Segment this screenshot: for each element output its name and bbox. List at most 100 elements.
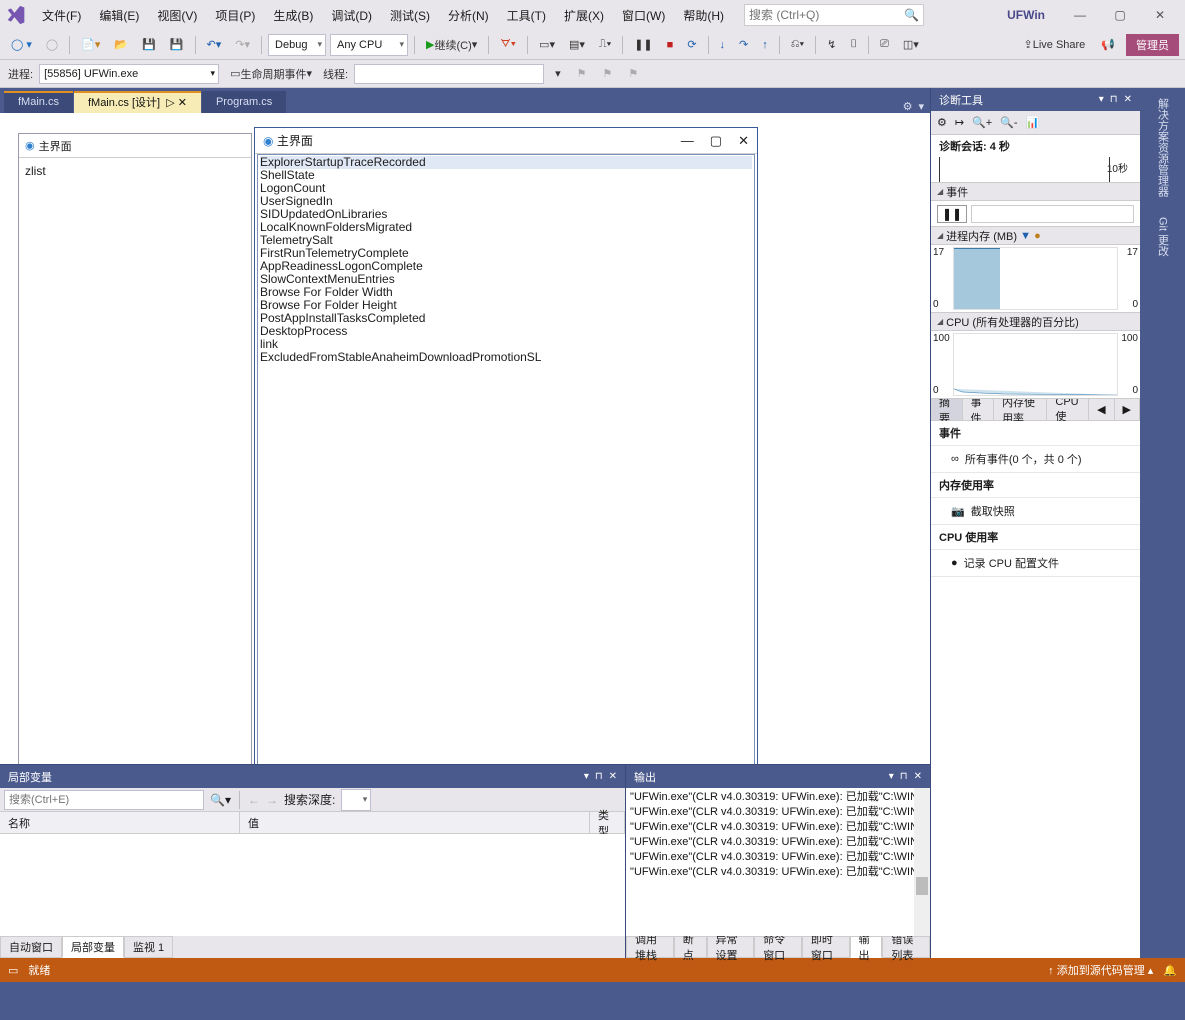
stop-icon[interactable]: ■ — [662, 34, 679, 56]
summary-cpu-link[interactable]: ●记录 CPU 配置文件 — [931, 550, 1140, 577]
menu-file[interactable]: 文件(F) — [34, 4, 89, 27]
thread-combo[interactable] — [354, 64, 544, 84]
nav-fwd-button[interactable]: ◯ — [41, 34, 63, 56]
maximize-button[interactable]: ▢ — [710, 133, 722, 149]
tab-callstack[interactable]: 调用堆栈 — [626, 936, 674, 958]
gear-icon[interactable]: ⚙ — [937, 116, 947, 129]
notifications-icon[interactable]: 🔔 — [1163, 964, 1177, 977]
save-all-icon[interactable]: 💾 — [165, 34, 189, 56]
cpu-section-hdr[interactable]: CPU (所有处理器的百分比) — [931, 313, 1140, 331]
chart-icon[interactable]: 📊 — [1026, 116, 1040, 129]
list-item[interactable]: LogonCount — [260, 182, 752, 195]
tb-icon[interactable]: ⎌▾ — [786, 34, 809, 56]
undo-icon[interactable]: ↶▾ — [202, 34, 227, 56]
pause-icon[interactable]: ❚❚ — [629, 34, 657, 56]
flag-icon[interactable]: ⚑ — [597, 63, 617, 85]
col-type[interactable]: 类型 — [590, 812, 625, 833]
save-icon[interactable]: 💾 — [137, 34, 161, 56]
list-item[interactable]: ExplorerStartupTraceRecorded — [260, 156, 752, 169]
tab-exceptions[interactable]: 异常设置 — [707, 936, 755, 958]
search-icon[interactable]: 🔍▾ — [210, 793, 231, 807]
memory-section-hdr[interactable]: 进程内存 (MB) ▼ ● — [931, 227, 1140, 245]
nav-back-button[interactable]: ◯ ▾ — [6, 34, 37, 56]
cpu-chart[interactable]: 100100 00 — [931, 331, 1140, 399]
global-search[interactable]: 🔍 — [744, 4, 924, 26]
open-icon[interactable]: 📂 — [109, 34, 133, 56]
minimize-button[interactable]: — — [681, 133, 694, 149]
tab-cpu[interactable]: CPU 使 — [1047, 399, 1089, 420]
menu-extensions[interactable]: 扩展(X) — [556, 4, 612, 27]
tab-output[interactable]: 输出 — [850, 936, 883, 958]
rail-solution-explorer[interactable]: 解决方案资源管理器 — [1153, 94, 1173, 201]
flag-icon[interactable]: ⚑ — [572, 63, 592, 85]
process-combo[interactable]: [55856] UFWin.exe — [39, 64, 219, 84]
close-icon[interactable]: ✕ — [914, 771, 922, 782]
col-name[interactable]: 名称 — [0, 812, 240, 833]
designer-form[interactable]: ◉主界面 zlist — [18, 133, 252, 764]
list-item[interactable]: ExcludedFromStableAnaheimDownloadPromoti… — [260, 351, 752, 364]
locals-grid[interactable] — [0, 834, 625, 936]
dropdown-icon[interactable]: ▾ — [889, 771, 894, 782]
timeline-ruler[interactable]: 10秒 — [931, 157, 1140, 183]
platform-combo[interactable]: Any CPU — [330, 34, 408, 56]
step-into-icon[interactable]: ↓ — [715, 34, 731, 56]
output-text[interactable]: "UFWin.exe"(CLR v4.0.30319: UFWin.exe): … — [626, 788, 930, 936]
locals-search-input[interactable] — [4, 790, 204, 810]
continue-button[interactable]: ▶ 继续(C) ▾ — [421, 34, 482, 56]
summary-snapshot-link[interactable]: 📷截取快照 — [931, 498, 1140, 525]
tab-fmain-cs[interactable]: fMain.cs — [4, 91, 73, 113]
pin-icon[interactable]: ⊓ — [1110, 94, 1118, 105]
liveshare-button[interactable]: ⇪ Live Share — [1018, 34, 1090, 56]
tab-immediate[interactable]: 即时窗口 — [802, 936, 850, 958]
summary-events-link[interactable]: ∞所有事件(0 个，共 0 个) — [931, 446, 1140, 473]
list-item[interactable]: ShellState — [260, 169, 752, 182]
close-icon[interactable]: ✕ — [1124, 94, 1132, 105]
pause-icon[interactable]: ❚❚ — [937, 205, 967, 223]
menu-debug[interactable]: 调试(D) — [323, 4, 380, 27]
col-value[interactable]: 值 — [240, 812, 590, 833]
maximize-button[interactable]: ▢ — [1101, 2, 1139, 28]
list-item[interactable]: DesktopProcess — [260, 325, 752, 338]
memory-chart[interactable]: 1717 00 — [931, 245, 1140, 313]
menu-edit[interactable]: 编辑(E) — [91, 4, 147, 27]
tab-errorlist[interactable]: 错误列表 — [882, 936, 930, 958]
menu-project[interactable]: 项目(P) — [207, 4, 263, 27]
tab-fmain-design[interactable]: fMain.cs [设计] ▷ ✕ — [74, 91, 201, 113]
feedback-icon[interactable]: 📢 — [1096, 34, 1120, 56]
menu-analyze[interactable]: 分析(N) — [440, 4, 497, 27]
zoom-in-icon[interactable]: 🔍+ — [972, 116, 992, 129]
tree-item[interactable]: zlist — [25, 164, 46, 178]
scm-button[interactable]: ↑ 添加到源代码管理 ▴ — [1048, 962, 1153, 978]
tb-icon[interactable]: ▤▾ — [564, 34, 590, 56]
running-form-window[interactable]: ◉ 主界面 — ▢ ✕ ExplorerStartupTraceRecorded… — [254, 127, 758, 764]
pin-icon[interactable]: ⊓ — [595, 771, 603, 782]
lifecycle-button[interactable]: ▭ 生命周期事件 ▾ — [225, 63, 317, 85]
form-designer[interactable]: ◉主界面 zlist ◉ 主界面 — ▢ ✕ ExplorerStartupTr… — [0, 113, 930, 764]
pin-icon[interactable]: ⊓ — [900, 771, 908, 782]
hot-reload-icon[interactable]: ᗊ▾ — [495, 34, 521, 56]
tab-watch1[interactable]: 监视 1 — [124, 936, 173, 958]
tab-locals[interactable]: 局部变量 — [62, 936, 124, 958]
tab-autos[interactable]: 自动窗口 — [0, 936, 62, 958]
tab-breakpoints[interactable]: 断点 — [674, 936, 707, 958]
minimize-button[interactable]: — — [1061, 2, 1099, 28]
tb-icon[interactable]: ⎍▾ — [594, 34, 616, 56]
zoom-out-icon[interactable]: 🔍- — [1000, 116, 1017, 129]
step-out-icon[interactable]: ↑ — [757, 34, 773, 56]
tab-program-cs[interactable]: Program.cs — [202, 91, 286, 113]
tb-icon[interactable]: ⎚ — [875, 34, 894, 56]
gear-icon[interactable]: ⚙ — [903, 100, 913, 113]
rail-git-changes[interactable]: Git 更改 — [1153, 213, 1173, 260]
flag-icon[interactable]: ⚑ — [623, 63, 643, 85]
tab-events[interactable]: 事件 — [963, 399, 995, 420]
dropdown-icon[interactable]: ▾ — [918, 100, 924, 113]
scroll-left-icon[interactable]: ◀ — [1089, 399, 1114, 420]
restart-icon[interactable]: ⟳ — [682, 34, 701, 56]
menu-test[interactable]: 测试(S) — [382, 4, 438, 27]
tb-icon[interactable]: ⌷ — [845, 34, 862, 56]
play-icon[interactable]: ↦ — [955, 116, 964, 129]
list-item[interactable]: LocalKnownFoldersMigrated — [260, 221, 752, 234]
close-icon[interactable]: ✕ — [609, 771, 617, 782]
scrollbar[interactable] — [914, 788, 930, 936]
tb-icon[interactable]: ▭▾ — [534, 34, 560, 56]
